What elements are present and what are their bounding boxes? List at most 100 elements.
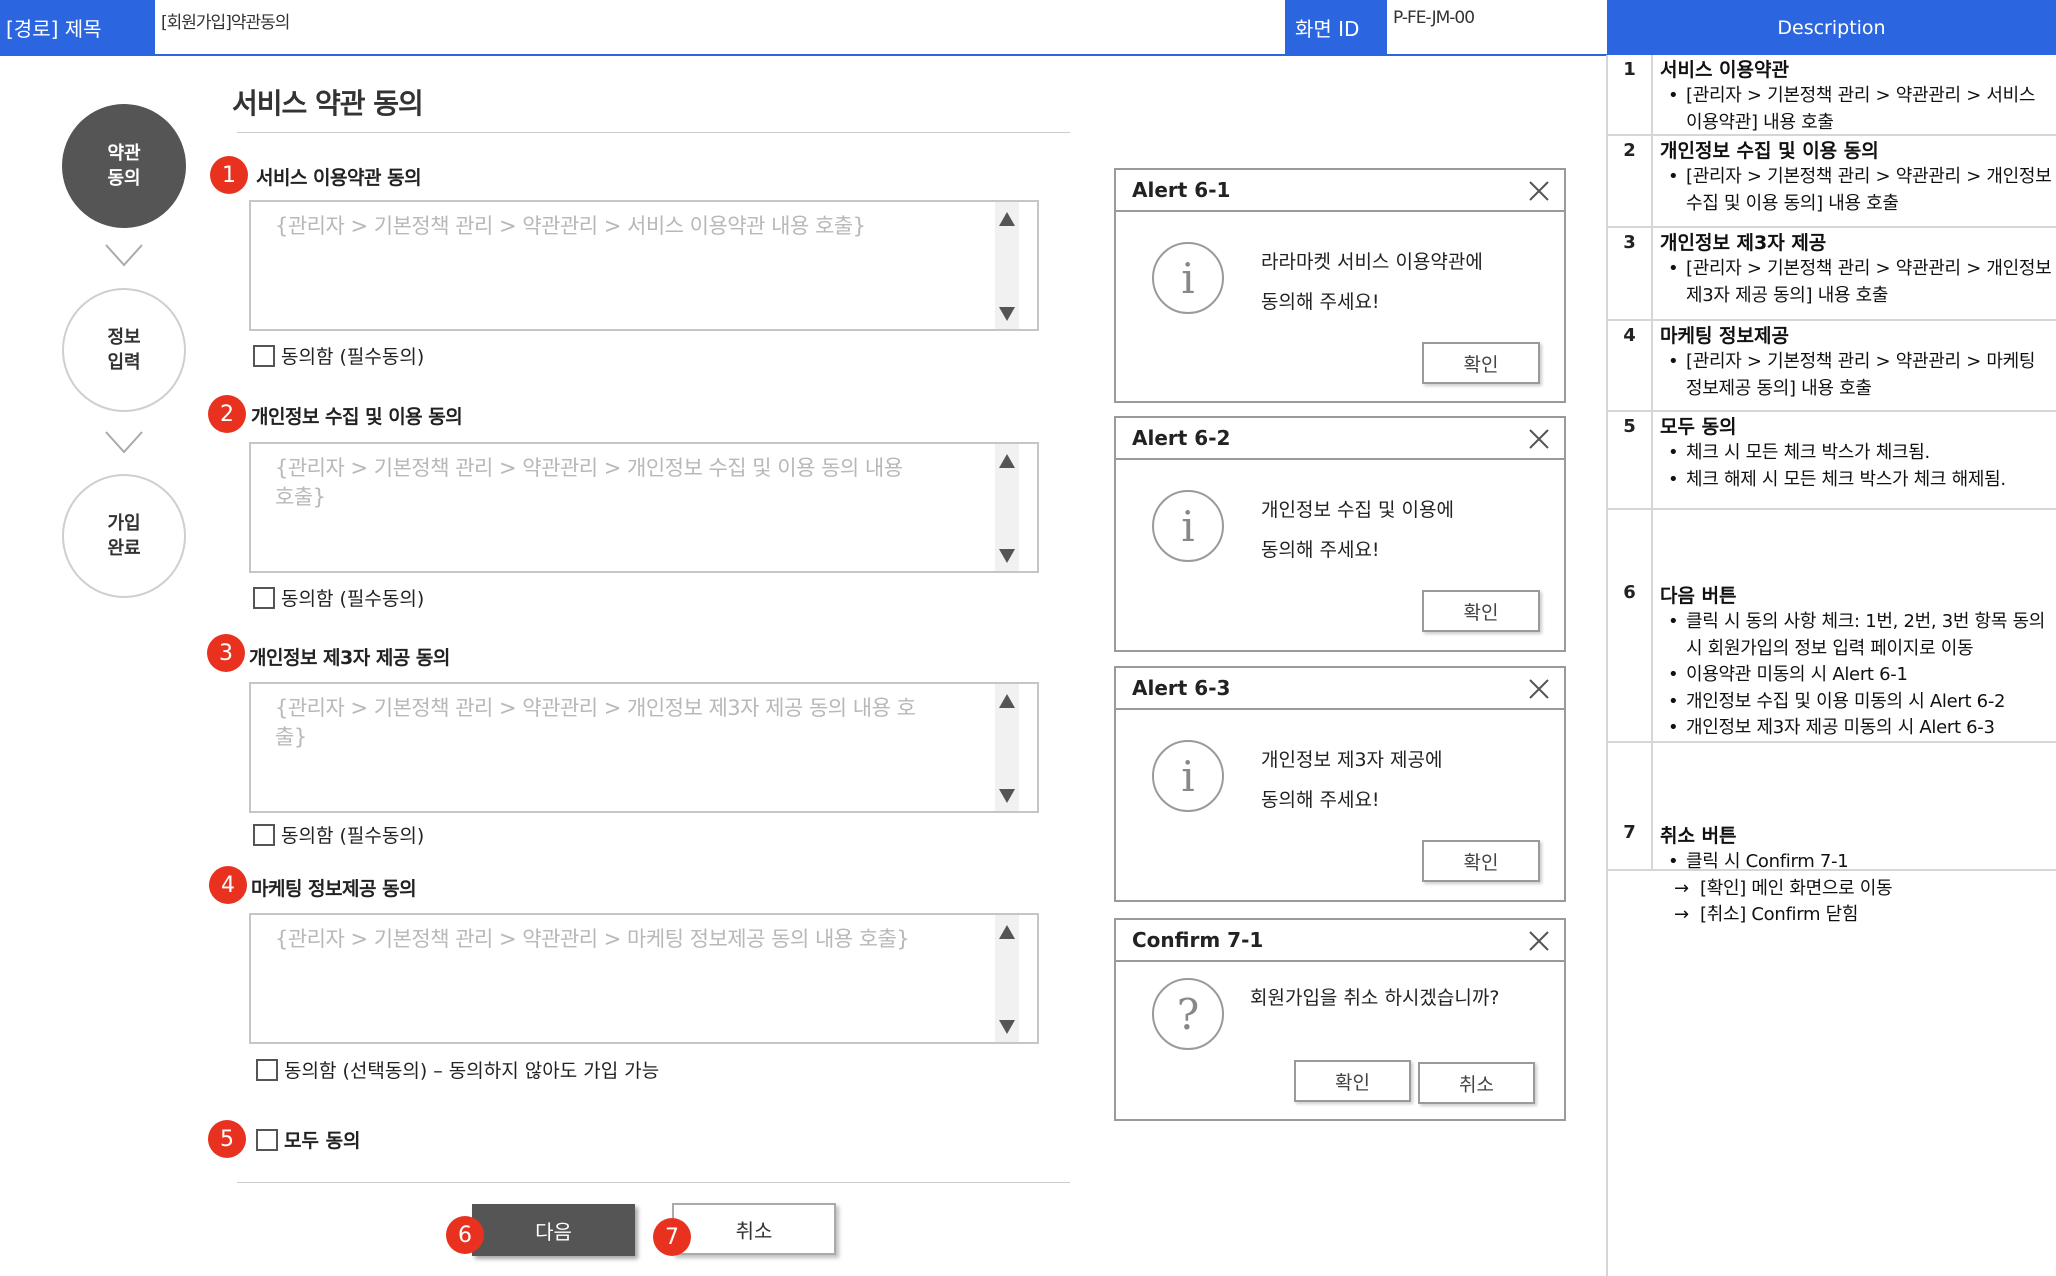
screen-id-label: 화면 ID xyxy=(1285,0,1387,55)
agree-label: 동의함 (필수동의) xyxy=(281,588,425,610)
close-icon[interactable] xyxy=(1528,930,1550,952)
cancel-button[interactable]: 취소 xyxy=(672,1203,836,1255)
dialog-message-line: 개인정보 수집 및 이용에 xyxy=(1261,499,1454,521)
agree-row-service[interactable]: 동의함 (필수동의) xyxy=(253,342,424,369)
description-number: 1 xyxy=(1608,55,1653,134)
description-number: 4 xyxy=(1608,321,1653,410)
description-title: 모두 동의 xyxy=(1660,416,1737,438)
terms-textarea-service[interactable]: {관리자 > 기본정책 관리 > 약관관리 > 서비스 이용약관 내용 호출} xyxy=(249,200,1039,331)
next-button[interactable]: 다음 xyxy=(472,1204,635,1256)
description-item: [관리자 > 기본정책 관리 > 약관관리 > 개인정보 수집 및 이용 동의]… xyxy=(1660,164,2052,217)
close-icon[interactable] xyxy=(1528,180,1550,202)
description-row: 4 마케팅 정보제공 [관리자 > 기본정책 관리 > 약관관리 > 마케팅 정… xyxy=(1608,321,2056,412)
agree-all-label: 모두 동의 xyxy=(284,1130,361,1152)
scroll-down-icon[interactable] xyxy=(999,1020,1015,1034)
scroll-down-icon[interactable] xyxy=(999,789,1015,803)
bottom-divider xyxy=(237,1182,1070,1183)
title-divider xyxy=(237,132,1070,133)
agree-row-privacy-collect[interactable]: 동의함 (필수동의) xyxy=(253,584,424,611)
agree-all-checkbox[interactable] xyxy=(256,1128,278,1151)
description-item: 개인정보 제3자 제공 미동의 시 Alert 6-3 xyxy=(1660,715,2052,742)
path-label: [경로] 제목 xyxy=(0,0,155,55)
description-item: 체크 시 모든 체크 박스가 체크됨. xyxy=(1660,440,2052,467)
dialog-confirm-button[interactable]: 확인 xyxy=(1294,1060,1411,1102)
textarea-placeholder: {관리자 > 기본정책 관리 > 약관관리 > 마케팅 정보제공 동의 내용 호… xyxy=(275,927,910,951)
textarea-placeholder: {관리자 > 기본정책 관리 > 약관관리 > 개인정보 수집 및 이용 동의 … xyxy=(275,456,903,509)
description-row: 6 다음 버튼 클릭 시 동의 사항 체크: 1번, 2번, 3번 항목 동의 … xyxy=(1608,510,2056,743)
dialog-cancel-button[interactable]: 취소 xyxy=(1418,1062,1535,1104)
description-item: 체크 해제 시 모든 체크 박스가 체크 해제됨. xyxy=(1660,467,2052,494)
scroll-down-icon[interactable] xyxy=(999,307,1015,321)
dialog-title: Confirm 7-1 xyxy=(1116,920,1564,962)
agree-row-third-party[interactable]: 동의함 (필수동의) xyxy=(253,821,424,848)
dialog-message-line: 동의해 주세요! xyxy=(1261,789,1380,811)
dialog-confirm-button[interactable]: 확인 xyxy=(1422,342,1540,384)
step-signup-complete: 가입 완료 xyxy=(62,474,186,598)
terms-textarea-privacy-collect[interactable]: {관리자 > 기본정책 관리 > 약관관리 > 개인정보 수집 및 이용 동의 … xyxy=(249,442,1039,573)
description-number: 5 xyxy=(1608,412,1653,508)
description-title: 마케팅 정보제공 xyxy=(1660,325,1789,347)
dialog-confirm-button[interactable]: 확인 xyxy=(1422,840,1540,882)
annotation-badge: 1 xyxy=(210,156,248,194)
question-icon: ? xyxy=(1152,978,1224,1050)
description-row: 2 개인정보 수집 및 이용 동의 [관리자 > 기본정책 관리 > 약관관리 … xyxy=(1608,136,2056,228)
chevron-down-icon xyxy=(105,431,143,454)
page-title: 서비스 약관 동의 xyxy=(232,87,424,120)
section-title-privacy-collect: 개인정보 수집 및 이용 동의 xyxy=(251,406,463,428)
scrollbar[interactable] xyxy=(995,444,1019,571)
description-item: 개인정보 수집 및 이용 미동의 시 Alert 6-2 xyxy=(1660,689,2052,716)
scroll-down-icon[interactable] xyxy=(999,549,1015,563)
dialog-title-text: Alert 6-2 xyxy=(1132,426,1231,450)
agree-all-row[interactable]: 모두 동의 xyxy=(256,1126,361,1153)
scrollbar[interactable] xyxy=(995,915,1019,1042)
description-number: 3 xyxy=(1608,228,1653,319)
description-title: 다음 버튼 xyxy=(1660,585,1737,607)
dialog-message: 회원가입을 취소 하시겠습니까? xyxy=(1250,978,1499,1018)
agree-checkbox-marketing[interactable] xyxy=(256,1058,278,1081)
close-icon[interactable] xyxy=(1528,428,1550,450)
close-icon[interactable] xyxy=(1528,678,1550,700)
alert-6-2-dialog: Alert 6-2 i 개인정보 수집 및 이용에 동의해 주세요! 확인 xyxy=(1114,416,1566,652)
section-title-third-party: 개인정보 제3자 제공 동의 xyxy=(249,647,450,669)
terms-textarea-marketing[interactable]: {관리자 > 기본정책 관리 > 약관관리 > 마케팅 정보제공 동의 내용 호… xyxy=(249,913,1039,1044)
agree-label: 동의함 (필수동의) xyxy=(281,825,425,847)
step-info-input: 정보 입력 xyxy=(62,288,186,412)
dialog-message-line: 개인정보 제3자 제공에 xyxy=(1261,749,1443,771)
dialog-message-line: 동의해 주세요! xyxy=(1261,539,1380,561)
terms-textarea-third-party[interactable]: {관리자 > 기본정책 관리 > 약관관리 > 개인정보 제3자 제공 동의 내… xyxy=(249,682,1039,813)
agree-checkbox-privacy-collect[interactable] xyxy=(253,586,275,609)
description-subitem: [확인] 메인 화면으로 이동 xyxy=(1660,876,2052,903)
scroll-up-icon[interactable] xyxy=(999,694,1015,708)
info-icon: i xyxy=(1152,490,1224,562)
dialog-title-text: Alert 6-1 xyxy=(1132,178,1231,202)
scroll-up-icon[interactable] xyxy=(999,454,1015,468)
description-title: 개인정보 수집 및 이용 동의 xyxy=(1660,140,1879,162)
dialog-message-line: 라라마켓 서비스 이용약관에 xyxy=(1261,251,1483,273)
description-number: 6 xyxy=(1608,510,1653,741)
scrollbar[interactable] xyxy=(995,202,1019,329)
alert-6-3-dialog: Alert 6-3 i 개인정보 제3자 제공에 동의해 주세요! 확인 xyxy=(1114,666,1566,902)
description-item: [관리자 > 기본정책 관리 > 약관관리 > 개인정보 제3자 제공 동의] … xyxy=(1660,256,2052,309)
agree-checkbox-third-party[interactable] xyxy=(253,823,275,846)
dialog-title: Alert 6-1 xyxy=(1116,170,1564,212)
dialog-title-text: Alert 6-3 xyxy=(1132,676,1231,700)
agree-row-marketing[interactable]: 동의함 (선택동의) – 동의하지 않아도 가입 가능 xyxy=(256,1056,659,1083)
info-icon: i xyxy=(1152,740,1224,812)
annotation-badge: 3 xyxy=(207,634,245,672)
info-icon: i xyxy=(1152,242,1224,314)
agree-checkbox-service[interactable] xyxy=(253,344,275,367)
section-title-service-terms: 서비스 이용약관 동의 xyxy=(256,167,422,189)
dialog-title: Alert 6-2 xyxy=(1116,418,1564,460)
dialog-confirm-button[interactable]: 확인 xyxy=(1422,590,1540,632)
dialog-title-text: Confirm 7-1 xyxy=(1132,928,1264,952)
header-underline xyxy=(0,54,1607,56)
textarea-placeholder: {관리자 > 기본정책 관리 > 약관관리 > 서비스 이용약관 내용 호출} xyxy=(275,214,866,238)
dialog-message: 개인정보 수집 및 이용에 동의해 주세요! xyxy=(1261,490,1454,570)
description-subitem: [취소] Confirm 닫힘 xyxy=(1660,902,2052,929)
scroll-up-icon[interactable] xyxy=(999,212,1015,226)
description-item: 클릭 시 Confirm 7-1 xyxy=(1660,849,2052,876)
scrollbar[interactable] xyxy=(995,684,1019,811)
description-row: 3 개인정보 제3자 제공 [관리자 > 기본정책 관리 > 약관관리 > 개인… xyxy=(1608,228,2056,321)
dialog-title: Alert 6-3 xyxy=(1116,668,1564,710)
scroll-up-icon[interactable] xyxy=(999,925,1015,939)
